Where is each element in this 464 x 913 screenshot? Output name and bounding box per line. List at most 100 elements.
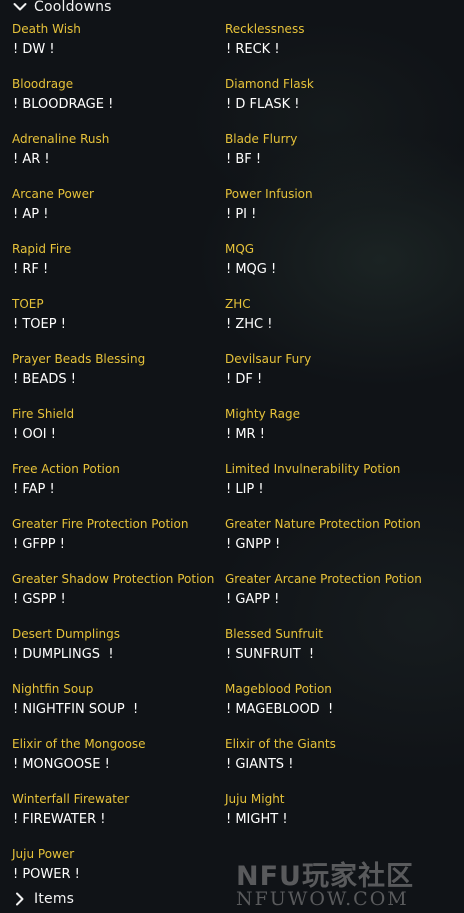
cooldown-name-label: Recklessness — [225, 22, 305, 36]
cooldown-name-label: Death Wish — [12, 22, 81, 36]
cooldown-entry: Greater Nature Protection Potion ! GNPP ! — [225, 517, 430, 567]
cooldown-entry: Adrenaline Rush ! AR ! — [12, 132, 217, 182]
cooldown-entry: Blessed Sunfruit ! SUNFRUIT ! — [225, 627, 430, 677]
cooldown-entry: Mageblood Potion ! MAGEBLOOD ! — [225, 682, 430, 732]
chevron-right-icon — [12, 891, 28, 907]
cooldown-macro-field[interactable]: ! D FLASK ! — [226, 96, 426, 114]
cooldown-entry: Desert Dumplings ! DUMPLINGS ! — [12, 627, 217, 677]
cooldown-macro-field[interactable]: ! MQG ! — [226, 261, 426, 279]
cooldown-name-label: Arcane Power — [12, 187, 94, 201]
cooldown-entry: Elixir of the Giants ! GIANTS ! — [225, 737, 430, 787]
cooldown-entry: Devilsaur Fury ! DF ! — [225, 352, 430, 402]
cooldown-macro-field[interactable]: ! GAPP ! — [226, 591, 426, 609]
cooldown-entry: ZHC ! ZHC ! — [225, 297, 430, 347]
cooldown-macro-field[interactable]: ! BF ! — [226, 151, 426, 169]
cooldown-macro-field[interactable]: ! ZHC ! — [226, 316, 426, 334]
cooldown-entry: Prayer Beads Blessing ! BEADS ! — [12, 352, 217, 402]
cooldowns-section-label: Cooldowns — [34, 0, 112, 15]
cooldowns-section-header[interactable]: Cooldowns — [12, 0, 112, 16]
cooldown-name-label: Nightfin Soup — [12, 682, 94, 696]
cooldown-macro-field[interactable]: ! FAP ! — [13, 481, 213, 499]
cooldown-name-label: Fire Shield — [12, 407, 75, 421]
cooldown-macro-field[interactable]: ! RF ! — [13, 261, 213, 279]
cooldown-macro-field[interactable]: ! DW ! — [13, 41, 213, 59]
watermark-bottom-text: NFUWOW.COM — [236, 888, 409, 910]
cooldown-entry: Diamond Flask ! D FLASK ! — [225, 77, 430, 127]
cooldown-macro-field[interactable]: ! POWER ! — [13, 866, 213, 884]
cooldown-name-label: Mighty Rage — [225, 407, 300, 421]
cooldown-macro-field[interactable]: ! LIP ! — [226, 481, 426, 499]
cooldown-entry: Free Action Potion ! FAP ! — [12, 462, 217, 512]
cooldown-macro-field[interactable]: ! BLOODRAGE ! — [13, 96, 213, 114]
cooldown-macro-field[interactable]: ! AP ! — [13, 206, 213, 224]
cooldown-macro-field[interactable]: ! DF ! — [226, 371, 426, 389]
cooldown-macro-field[interactable]: ! TOEP ! — [13, 316, 213, 334]
cooldown-entry: TOEP ! TOEP ! — [12, 297, 217, 347]
cooldown-entry: Fire Shield ! OOI ! — [12, 407, 217, 457]
cooldown-name-label: TOEP — [12, 297, 44, 311]
cooldown-name-label: Prayer Beads Blessing — [12, 352, 146, 366]
cooldown-name-label: Juju Might — [225, 792, 285, 806]
cooldown-macro-field[interactable]: ! AR ! — [13, 151, 213, 169]
cooldown-name-label: Greater Fire Protection Potion — [12, 517, 189, 531]
cooldown-name-label: Rapid Fire — [12, 242, 72, 256]
cooldown-entry: Mighty Rage ! MR ! — [225, 407, 430, 457]
cooldown-entry: Nightfin Soup ! NIGHTFIN SOUP ! — [12, 682, 217, 732]
cooldown-macro-field[interactable]: ! GNPP ! — [226, 536, 426, 554]
cooldown-macro-field[interactable]: ! RECK ! — [226, 41, 426, 59]
cooldown-name-label: Blade Flurry — [225, 132, 298, 146]
cooldown-macro-field[interactable]: ! GFPP ! — [13, 536, 213, 554]
cooldown-name-label: Winterfall Firewater — [12, 792, 130, 806]
items-section-label: Items — [34, 891, 75, 907]
cooldown-entry: Rapid Fire ! RF ! — [12, 242, 217, 292]
cooldown-entry: Greater Arcane Protection Potion ! GAPP ! — [225, 572, 430, 622]
cooldown-entry: Arcane Power ! AP ! — [12, 187, 217, 237]
cooldown-name-label: Blessed Sunfruit — [225, 627, 323, 641]
cooldown-entry: Greater Shadow Protection Potion ! GSPP ! — [12, 572, 217, 622]
cooldown-entry: Power Infusion ! PI ! — [225, 187, 430, 237]
cooldown-macro-field[interactable]: ! SUNFRUIT ! — [226, 646, 426, 664]
cooldown-macro-field[interactable]: ! MONGOOSE ! — [13, 756, 213, 774]
cooldown-macro-field[interactable]: ! BEADS ! — [13, 371, 213, 389]
cooldown-macro-field[interactable]: ! PI ! — [226, 206, 426, 224]
cooldown-name-label: Free Action Potion — [12, 462, 120, 476]
cooldown-entry: Recklessness ! RECK ! — [225, 22, 430, 72]
cooldown-name-label: Bloodrage — [12, 77, 74, 91]
cooldown-macro-field[interactable]: ! GIANTS ! — [226, 756, 426, 774]
cooldown-name-label: Elixir of the Mongoose — [12, 737, 146, 751]
cooldown-macro-field[interactable]: ! OOI ! — [13, 426, 213, 444]
cooldown-name-label: MQG — [225, 242, 255, 256]
chevron-down-icon — [12, 0, 28, 15]
cooldown-entry: Winterfall Firewater ! FIREWATER ! — [12, 792, 217, 842]
cooldown-entry: Limited Invulnerability Potion ! LIP ! — [225, 462, 430, 512]
cooldown-entry: Bloodrage ! BLOODRAGE ! — [12, 77, 217, 127]
cooldown-name-label: Diamond Flask — [225, 77, 314, 91]
cooldown-entry: Elixir of the Mongoose ! MONGOOSE ! — [12, 737, 217, 787]
cooldown-name-label: Greater Nature Protection Potion — [225, 517, 421, 531]
cooldown-macro-field[interactable]: ! FIREWATER ! — [13, 811, 213, 829]
cooldown-name-label: Greater Arcane Protection Potion — [225, 572, 422, 586]
cooldown-entry: Juju Might ! MIGHT ! — [225, 792, 430, 842]
cooldown-macro-field[interactable]: ! MAGEBLOOD ! — [226, 701, 426, 719]
cooldown-name-label: Desert Dumplings — [12, 627, 121, 641]
cooldown-name-label: Limited Invulnerability Potion — [225, 462, 401, 476]
cooldown-name-label: Greater Shadow Protection Potion — [12, 572, 215, 586]
cooldown-macro-field[interactable]: ! GSPP ! — [13, 591, 213, 609]
cooldown-name-label: Juju Power — [12, 847, 75, 861]
cooldown-entry: Greater Fire Protection Potion ! GFPP ! — [12, 517, 217, 567]
cooldown-macro-field[interactable]: ! NIGHTFIN SOUP ! — [13, 701, 213, 719]
items-section-header[interactable]: Items — [12, 890, 74, 908]
cooldown-macro-field[interactable]: ! DUMPLINGS ! — [13, 646, 213, 664]
watermark-top-text: NFU玩家社区 — [236, 861, 414, 892]
cooldown-name-label: Adrenaline Rush — [12, 132, 110, 146]
cooldown-name-label: Devilsaur Fury — [225, 352, 312, 366]
watermark: NFU玩家社区 NFUWOW.COM — [234, 854, 462, 912]
cooldown-name-label: Mageblood Potion — [225, 682, 332, 696]
cooldown-entry: MQG ! MQG ! — [225, 242, 430, 292]
cooldown-entry: Blade Flurry ! BF ! — [225, 132, 430, 182]
cooldown-macro-field[interactable]: ! MIGHT ! — [226, 811, 426, 829]
cooldown-name-label: Elixir of the Giants — [225, 737, 336, 751]
cooldown-name-label: ZHC — [225, 297, 251, 311]
cooldown-name-label: Power Infusion — [225, 187, 313, 201]
cooldown-macro-field[interactable]: ! MR ! — [226, 426, 426, 444]
